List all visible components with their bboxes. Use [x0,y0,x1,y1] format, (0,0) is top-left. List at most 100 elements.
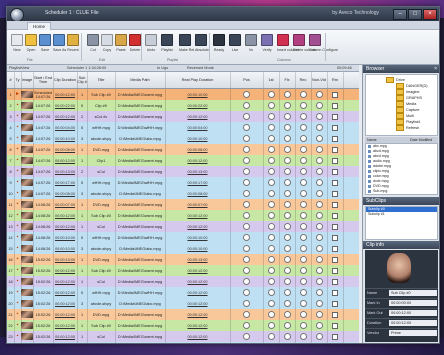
option-radio[interactable] [267,146,275,153]
option-radio[interactable] [283,168,291,175]
option-radio[interactable] [243,190,250,197]
option-radio[interactable] [315,322,323,329]
ribbon-save-button[interactable]: Save [39,32,51,62]
option-radio[interactable] [243,300,250,307]
file-list[interactable]: abc.mpg abcd.mpg abcd.mpg audio.mpg adobe.mp… [365,143,438,195]
option-radio[interactable] [243,256,250,263]
column-header[interactable]: Media Path [115,72,166,88]
option-radio[interactable] [315,223,323,230]
remove-checkbox[interactable] [332,102,338,109]
option-radio[interactable] [299,212,307,219]
option-radio[interactable] [299,245,307,252]
option-radio[interactable] [267,322,275,329]
option-radio[interactable] [267,289,275,296]
option-radio[interactable] [243,146,250,153]
ribbon-live-button[interactable]: Live [229,32,241,62]
clip-info-value[interactable]: 00:00:12:00 [389,320,437,326]
browser-close-icon[interactable]: × [434,65,437,73]
minimize-button[interactable]: – [393,9,407,20]
ribbon-absolute-button[interactable]: Absolute [195,32,209,62]
option-radio[interactable] [243,234,250,241]
option-radio[interactable] [243,91,250,98]
remove-checkbox[interactable] [332,311,338,318]
option-radio[interactable] [315,201,323,208]
playlist-grid[interactable]: # Ty Image Start / End Time Clip Duration Sub… [7,72,359,343]
remove-checkbox[interactable] [332,256,338,263]
option-radio[interactable] [243,278,250,285]
option-radio[interactable] [299,300,307,307]
option-radio[interactable] [283,91,291,98]
maximize-button[interactable]: □ [408,9,422,20]
option-radio[interactable] [243,113,250,120]
column-header[interactable]: Real Play Duration [165,72,231,88]
option-radio[interactable] [243,124,250,131]
option-radio[interactable] [267,333,275,340]
ribbon-ready-button[interactable]: Ready [213,32,225,62]
option-radio[interactable] [267,124,275,131]
option-radio[interactable] [315,91,323,98]
option-radio[interactable] [283,179,291,186]
option-radio[interactable] [243,168,250,175]
column-header[interactable]: Start / End Time [33,72,54,88]
remove-checkbox[interactable] [332,190,338,197]
remove-checkbox[interactable] [332,322,338,329]
option-radio[interactable] [315,124,323,131]
remove-checkbox[interactable] [332,300,338,307]
option-radio[interactable] [267,300,275,307]
clip-info-value[interactable]: 00:00:12:00 [389,310,437,316]
option-radio[interactable] [315,245,323,252]
ribbon-recent-button[interactable]: Recent [67,32,79,62]
column-header[interactable]: Pos [230,72,264,88]
option-radio[interactable] [267,102,275,109]
close-button[interactable]: × [423,9,437,20]
option-radio[interactable] [299,135,307,142]
option-radio[interactable] [243,289,250,296]
ribbon-delete-column-button[interactable]: Delete column [293,32,316,62]
column-header[interactable]: Fix [279,72,296,88]
remove-checkbox[interactable] [332,135,338,142]
remove-checkbox[interactable] [332,113,338,120]
option-radio[interactable] [315,289,323,296]
option-radio[interactable] [283,146,291,153]
option-radio[interactable] [299,91,307,98]
remove-checkbox[interactable] [332,168,338,175]
option-radio[interactable] [299,201,307,208]
table-row[interactable]: 24▪15:02:2600:00:12:005wfHH.mpgD:\Media\… [7,342,359,343]
remove-checkbox[interactable] [332,333,338,340]
ribbon-undo-button[interactable]: Undo [145,32,157,62]
option-radio[interactable] [283,300,291,307]
option-radio[interactable] [283,333,291,340]
folder-tree[interactable]: Drive DANGER(D) Imagine GRAPHS Media Capture M… [365,74,438,136]
option-radio[interactable] [315,300,323,307]
app-menu-button[interactable] [10,8,24,22]
subclip-list[interactable]: Subclip #0 Subclip #1 [365,206,438,240]
option-radio[interactable] [283,113,291,120]
clip-info-value[interactable]: Prime [389,330,437,336]
remove-checkbox[interactable] [332,146,338,153]
remove-checkbox[interactable] [332,223,338,230]
option-radio[interactable] [283,322,291,329]
option-radio[interactable] [283,245,291,252]
option-radio[interactable] [299,124,307,131]
subclip-item[interactable]: Subclip #1 [366,212,437,217]
option-radio[interactable] [315,135,323,142]
option-radio[interactable] [299,256,307,263]
option-radio[interactable] [299,223,307,230]
option-radio[interactable] [267,190,275,197]
column-header[interactable]: Title [87,72,116,88]
option-radio[interactable] [315,157,323,164]
option-radio[interactable] [267,256,275,263]
remove-checkbox[interactable] [332,201,338,208]
option-radio[interactable] [267,179,275,186]
option-radio[interactable] [299,322,307,329]
ribbon-delete-button[interactable]: Delete [129,32,141,62]
option-radio[interactable] [315,146,323,153]
ribbon-paste-button[interactable]: Paste [115,32,127,62]
remove-checkbox[interactable] [332,278,338,285]
option-radio[interactable] [267,223,275,230]
option-radio[interactable] [243,157,250,164]
option-radio[interactable] [267,311,275,318]
remove-checkbox[interactable] [332,267,338,274]
remove-checkbox[interactable] [332,289,338,296]
option-radio[interactable] [315,102,323,109]
